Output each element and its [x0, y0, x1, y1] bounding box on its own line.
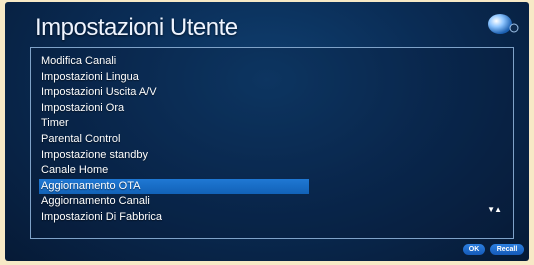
page-title: Impostazioni Utente	[35, 14, 238, 41]
menu-item[interactable]: Aggiornamento OTA	[39, 178, 309, 195]
settings-menu-list: Modifica Canali Impostazioni Lingua Impost…	[39, 54, 309, 226]
settings-screen: Impostazioni Utente Modifica Canali Impos…	[5, 2, 529, 261]
menu-item[interactable]: Impostazioni Di Fabbrica	[39, 210, 309, 226]
menu-item[interactable]: Aggiornamento Canali	[39, 194, 309, 210]
menu-item[interactable]: Canale Home	[39, 163, 309, 179]
menu-item[interactable]: Timer	[39, 116, 309, 132]
menu-item[interactable]: Impostazioni Ora	[39, 101, 309, 117]
menu-item[interactable]: Modifica Canali	[39, 54, 309, 70]
menu-item[interactable]: Impostazioni Lingua	[39, 70, 309, 86]
ok-button[interactable]: OK	[463, 244, 485, 255]
menu-panel: Modifica Canali Impostazioni Lingua Impost…	[30, 47, 514, 239]
globe-logo-icon	[488, 14, 519, 34]
menu-item[interactable]: Parental Control	[39, 132, 309, 148]
menu-item[interactable]: Impostazione standby	[39, 148, 309, 164]
menu-item[interactable]: Impostazioni Uscita A/V	[39, 85, 309, 101]
recall-button[interactable]: Recall	[490, 244, 524, 255]
scroll-indicator: ▼▲	[487, 205, 502, 214]
